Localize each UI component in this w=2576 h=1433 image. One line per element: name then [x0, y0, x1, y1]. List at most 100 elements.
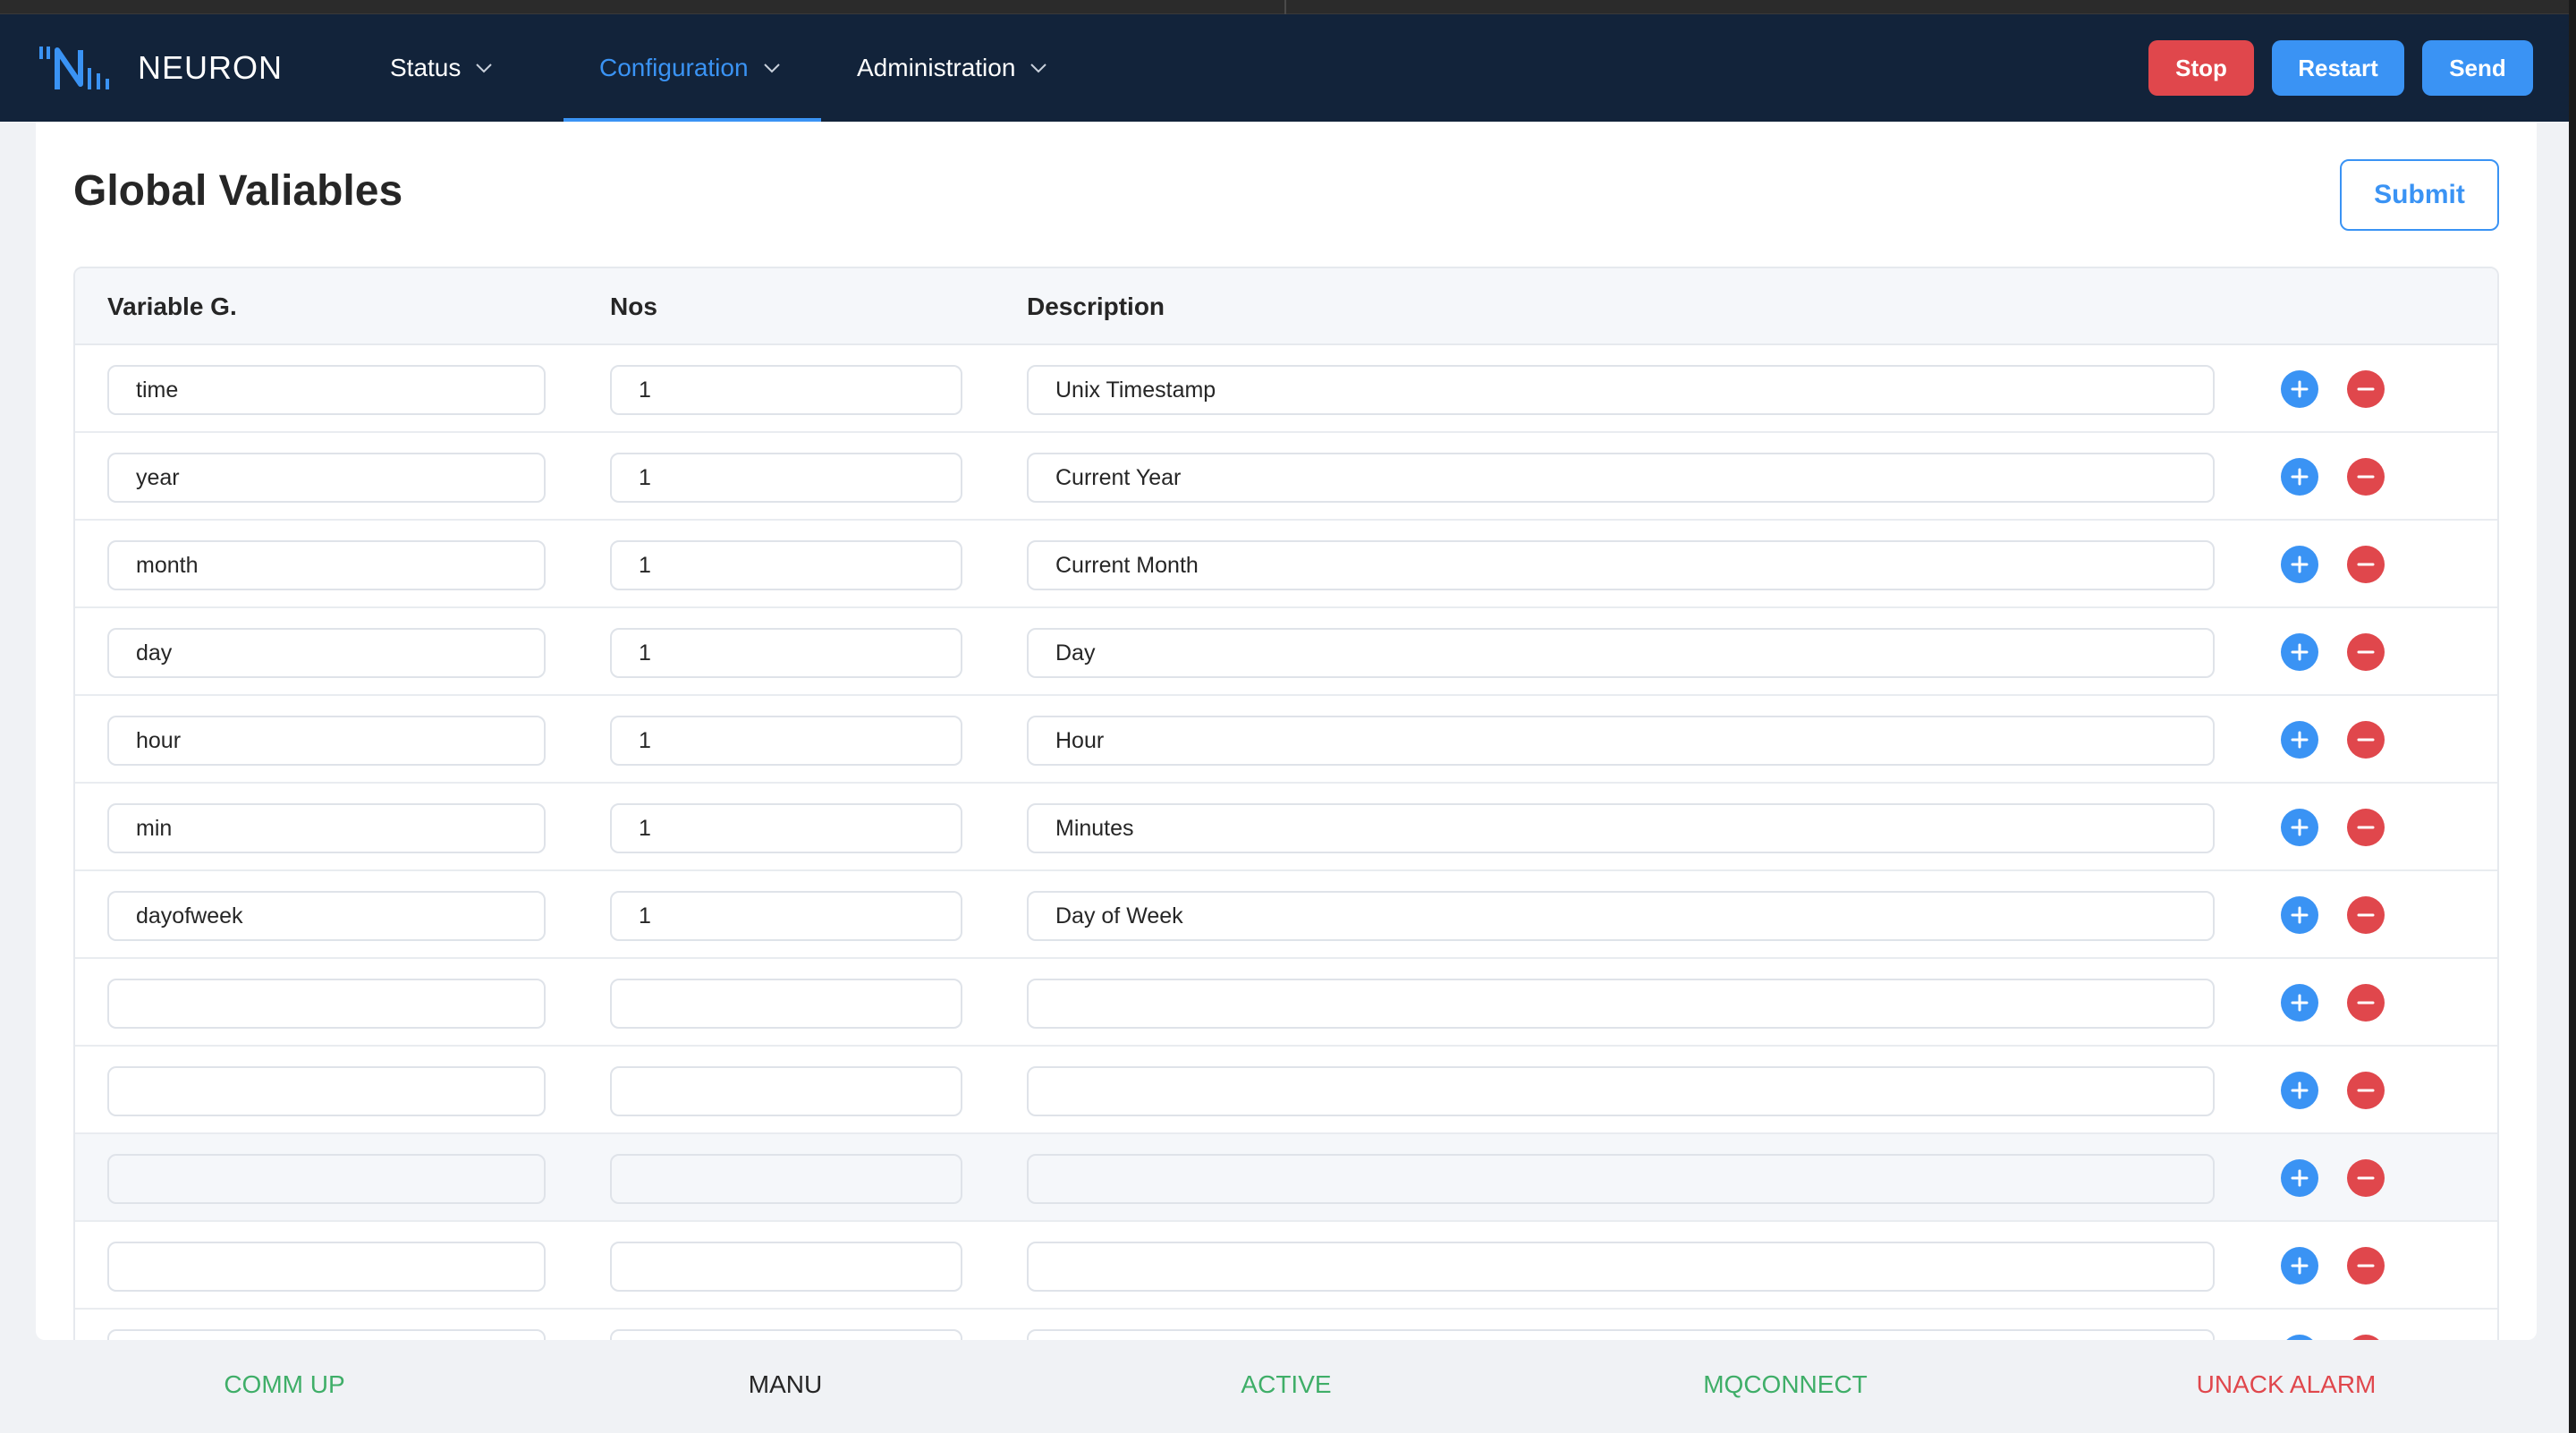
add-row-button[interactable]	[2281, 633, 2318, 671]
remove-row-button[interactable]	[2347, 1247, 2385, 1285]
remove-row-button[interactable]	[2347, 546, 2385, 583]
remove-row-button[interactable]	[2347, 896, 2385, 934]
column-header-nos: Nos	[610, 293, 657, 320]
description-input[interactable]: Unix Timestamp	[1027, 365, 2215, 415]
description-input[interactable]: Current Year	[1027, 453, 2215, 503]
remove-row-button[interactable]	[2347, 721, 2385, 759]
variable-input[interactable]: month	[107, 540, 546, 590]
description-input[interactable]	[1027, 1329, 2215, 1340]
description-input[interactable]: Minutes	[1027, 803, 2215, 853]
description-input[interactable]: Hour	[1027, 716, 2215, 766]
add-row-button[interactable]	[2281, 1159, 2318, 1197]
nav-configuration-label: Configuration	[599, 54, 749, 81]
add-row-button[interactable]	[2281, 370, 2318, 408]
status-comm: COMM UP	[224, 1370, 345, 1398]
variable-input[interactable]: dayofweek	[107, 891, 546, 941]
nos-input[interactable]	[610, 1066, 962, 1116]
nav-administration-label: Administration	[857, 54, 1016, 81]
nos-input[interactable]: 1	[610, 453, 962, 503]
add-row-button[interactable]	[2281, 546, 2318, 583]
minus-icon	[2357, 826, 2375, 829]
description-input[interactable]	[1027, 1154, 2215, 1204]
send-button[interactable]: Send	[2422, 40, 2533, 96]
nos-input[interactable]: 1	[610, 365, 962, 415]
remove-row-button[interactable]	[2347, 984, 2385, 1022]
main-nav: Status Configuration Administration	[363, 14, 1072, 122]
plus-icon	[2291, 1257, 2309, 1275]
status-bar: COMM UP MANU ACTIVE MQCONNECT UNACK ALAR…	[0, 1340, 2569, 1433]
browser-tab-strip	[0, 0, 2576, 14]
variable-input[interactable]: day	[107, 628, 546, 678]
content-card: Global Valiables Submit Variable G. Nos …	[36, 122, 2537, 1340]
nos-input[interactable]: 1	[610, 891, 962, 941]
stop-button[interactable]: Stop	[2148, 40, 2254, 96]
minus-icon	[2357, 1264, 2375, 1268]
variable-input[interactable]: year	[107, 453, 546, 503]
remove-row-button[interactable]	[2347, 809, 2385, 846]
description-input[interactable]	[1027, 1066, 2215, 1116]
variable-input[interactable]: time	[107, 365, 546, 415]
status-active: ACTIVE	[1241, 1370, 1332, 1398]
minus-icon	[2357, 650, 2375, 654]
description-input[interactable]: Current Month	[1027, 540, 2215, 590]
plus-icon	[2291, 380, 2309, 398]
minus-icon	[2357, 1089, 2375, 1092]
add-row-button[interactable]	[2281, 721, 2318, 759]
table-body: time 1 Unix Timestamp year 1 Current Year mont…	[75, 345, 2497, 1340]
minus-icon	[2357, 1176, 2375, 1180]
table-row	[75, 959, 2497, 1047]
add-row-button[interactable]	[2281, 1072, 2318, 1109]
logo[interactable]: NEURON	[38, 41, 283, 95]
nav-administration[interactable]: Administration	[821, 14, 1072, 122]
submit-button[interactable]: Submit	[2340, 159, 2499, 231]
nos-input[interactable]	[610, 1242, 962, 1292]
remove-row-button[interactable]	[2347, 458, 2385, 496]
add-row-button[interactable]	[2281, 809, 2318, 846]
status-mqconnect: MQCONNECT	[1703, 1370, 1868, 1398]
variable-input[interactable]	[107, 979, 546, 1029]
nos-input[interactable]	[610, 1329, 962, 1340]
nos-input[interactable]: 1	[610, 628, 962, 678]
remove-row-button[interactable]	[2347, 1072, 2385, 1109]
variable-input[interactable]	[107, 1154, 546, 1204]
remove-row-button[interactable]	[2347, 633, 2385, 671]
add-row-button[interactable]	[2281, 1247, 2318, 1285]
table-row: hour 1 Hour	[75, 696, 2497, 784]
nav-status[interactable]: Status	[363, 14, 564, 122]
description-input[interactable]	[1027, 1242, 2215, 1292]
nos-input[interactable]	[610, 1154, 962, 1204]
variable-input[interactable]	[107, 1329, 546, 1340]
table-row: day 1 Day	[75, 608, 2497, 696]
add-row-button[interactable]	[2281, 458, 2318, 496]
nos-input[interactable]: 1	[610, 540, 962, 590]
description-input[interactable]	[1027, 979, 2215, 1029]
column-header-variable: Variable G.	[107, 293, 237, 320]
nos-input[interactable]	[610, 979, 962, 1029]
description-input[interactable]: Day of Week	[1027, 891, 2215, 941]
variable-input[interactable]: min	[107, 803, 546, 853]
minus-icon	[2357, 563, 2375, 566]
plus-icon	[2291, 643, 2309, 661]
restart-button[interactable]: Restart	[2272, 40, 2404, 96]
plus-icon	[2291, 906, 2309, 924]
table-row: time 1 Unix Timestamp	[75, 345, 2497, 433]
description-input[interactable]: Day	[1027, 628, 2215, 678]
add-row-button[interactable]	[2281, 896, 2318, 934]
chevron-down-icon	[1030, 64, 1047, 73]
add-row-button[interactable]	[2281, 984, 2318, 1022]
nav-configuration[interactable]: Configuration	[564, 14, 821, 122]
remove-row-button[interactable]	[2347, 370, 2385, 408]
table-row: year 1 Current Year	[75, 433, 2497, 521]
remove-row-button[interactable]	[2347, 1159, 2385, 1197]
variable-input[interactable]	[107, 1066, 546, 1116]
plus-icon	[2291, 468, 2309, 486]
top-header: NEURON Status Configuration Administrati…	[0, 14, 2569, 122]
table-row	[75, 1310, 2497, 1340]
chevron-down-icon	[476, 64, 493, 73]
variable-input[interactable]: hour	[107, 716, 546, 766]
table-row	[75, 1222, 2497, 1310]
nos-input[interactable]: 1	[610, 716, 962, 766]
variable-input[interactable]	[107, 1242, 546, 1292]
plus-icon	[2291, 994, 2309, 1012]
nos-input[interactable]: 1	[610, 803, 962, 853]
